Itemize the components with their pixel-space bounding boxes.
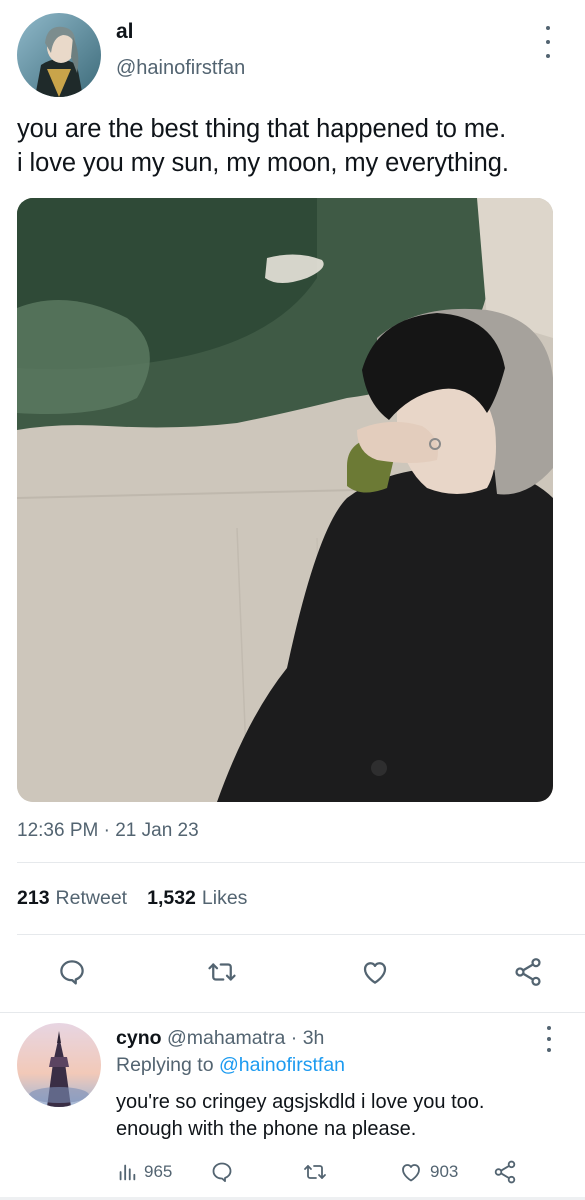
tweet-photo[interactable] — [17, 198, 553, 802]
reply-icon — [60, 960, 84, 985]
reply-button[interactable] — [52, 952, 92, 992]
more-options-icon[interactable] — [536, 26, 560, 58]
tweet-text: you are the best thing that happened to … — [17, 115, 509, 177]
divider — [17, 862, 585, 863]
retweet-button[interactable] — [202, 952, 242, 992]
reply-display-name[interactable]: cyno — [116, 1027, 162, 1049]
engagement-stats: 213 Retweet 1,532 Likes — [17, 887, 247, 910]
author-handle[interactable]: @hainofirstfan — [116, 57, 245, 80]
views-icon — [119, 1164, 136, 1181]
retweet-count[interactable]: 213 — [17, 887, 50, 910]
views-count: 965 — [144, 1162, 173, 1181]
divider — [0, 1012, 585, 1013]
reply-share-button[interactable] — [492, 1158, 518, 1186]
replying-to-mention[interactable]: @hainofirstfan — [219, 1054, 345, 1076]
dot — [546, 40, 550, 44]
author-avatar[interactable] — [17, 13, 101, 97]
like-icon — [363, 962, 387, 984]
replying-to-line: Replying to @hainofirstfan — [116, 1054, 345, 1077]
tweet-detail-screen: al @hainofirstfan you are the best thing… — [0, 0, 585, 1200]
like-label[interactable]: Likes — [202, 887, 248, 910]
divider — [17, 934, 585, 935]
reply-time[interactable]: 3h — [303, 1027, 325, 1049]
retweet-label[interactable]: Retweet — [56, 887, 128, 910]
tweet-timestamp[interactable]: 12:36 PM · 21 Jan 23 — [17, 820, 199, 842]
retweet-icon — [208, 963, 236, 981]
dot — [546, 54, 550, 58]
replying-to-label: Replying to — [116, 1054, 214, 1076]
reply-handle[interactable]: @mahamatra — [167, 1027, 285, 1049]
like-count[interactable]: 1,532 — [147, 887, 196, 910]
author-display-name[interactable]: al — [116, 20, 134, 44]
dot — [547, 1048, 551, 1052]
views-button[interactable]: 965 — [116, 1158, 172, 1186]
reply-like-button[interactable]: 903 — [398, 1158, 458, 1186]
share-button[interactable] — [508, 952, 548, 992]
like-button[interactable] — [355, 952, 395, 992]
reply-header: cyno @mahamatra · 3h — [116, 1027, 324, 1050]
dot — [547, 1026, 551, 1030]
dot — [546, 26, 550, 30]
reply-retweet-button[interactable] — [302, 1158, 328, 1186]
reply-reply-button[interactable] — [210, 1158, 234, 1186]
reply-more-options-icon[interactable] — [537, 1026, 561, 1052]
dot — [547, 1037, 551, 1041]
reply-separator: · — [290, 1027, 298, 1049]
reply-like-count: 903 — [430, 1162, 459, 1181]
reply-text: you're so cringey agsjskdld i love you t… — [116, 1091, 485, 1140]
retweet-icon — [304, 1165, 326, 1179]
reply-author-avatar[interactable] — [17, 1023, 101, 1107]
share-icon — [494, 1160, 516, 1184]
share-icon — [515, 958, 541, 986]
like-icon — [402, 1164, 420, 1182]
reply-icon — [212, 1162, 232, 1182]
